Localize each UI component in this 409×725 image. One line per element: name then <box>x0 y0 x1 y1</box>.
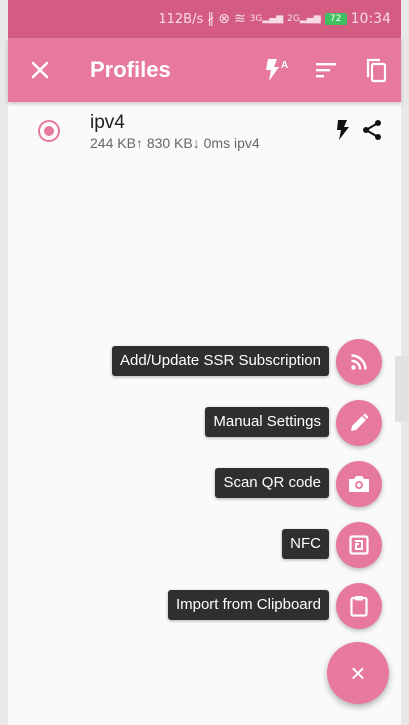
copy-button[interactable] <box>351 38 401 102</box>
network-type-2: 2G <box>287 14 300 24</box>
auto-flash-icon: A <box>266 59 288 81</box>
fab-close-button[interactable]: × <box>327 642 389 704</box>
fab-label-manual[interactable]: Manual Settings <box>205 407 329 437</box>
sort-icon <box>316 63 336 78</box>
signal-icon-1: 3G▂▄▆ <box>249 14 284 24</box>
status-bar: 112B/s ∦ ⊗ ≋ 3G▂▄▆ 2G▂▄▆ 72 10:34 <box>8 0 401 38</box>
fab-item-subscription[interactable]: Add/Update SSR Subscription <box>0 337 409 385</box>
clipboard-icon <box>350 596 368 617</box>
profile-row[interactable]: ipv4 244 KB↑ 830 KB↓ 0ms ipv4 <box>8 104 401 160</box>
profile-name: ipv4 <box>90 112 125 133</box>
fab-item-nfc[interactable]: NFC <box>0 520 409 568</box>
page-title: Profiles <box>90 57 171 82</box>
nfc-button[interactable] <box>336 522 382 568</box>
import-clipboard-button[interactable] <box>336 583 382 629</box>
auto-connect-button[interactable]: A <box>251 38 301 102</box>
fab-item-clipboard[interactable]: Import from Clipboard <box>0 581 409 629</box>
wifi-icon: ≋ <box>233 11 246 27</box>
fab-item-qr[interactable]: Scan QR code <box>0 459 409 507</box>
share-button[interactable] <box>358 116 386 144</box>
svg-text:A: A <box>281 60 288 71</box>
test-latency-button[interactable] <box>331 116 355 144</box>
nfc-icon <box>349 535 369 555</box>
close-icon <box>31 61 49 79</box>
toolbar: Profiles A <box>8 38 401 102</box>
camera-icon <box>349 476 369 492</box>
scan-qr-button[interactable] <box>336 461 382 507</box>
copy-icon <box>366 58 387 83</box>
fab-label-qr[interactable]: Scan QR code <box>215 468 329 498</box>
flash-icon <box>337 120 349 140</box>
fab-label-subscription[interactable]: Add/Update SSR Subscription <box>112 346 329 376</box>
time: 10:34 <box>350 11 391 27</box>
profile-stats: 244 KB↑ 830 KB↓ 0ms ipv4 <box>90 135 260 151</box>
close-button[interactable] <box>8 38 72 102</box>
network-type-1: 3G <box>249 14 263 24</box>
fab-item-manual[interactable]: Manual Settings <box>0 398 409 446</box>
share-icon <box>363 120 381 140</box>
mute-icon: ⊗ <box>218 11 230 27</box>
rss-icon <box>351 354 367 370</box>
network-speed: 112B/s <box>158 11 204 27</box>
bluetooth-icon: ∦ <box>207 11 215 27</box>
close-icon: × <box>350 657 366 688</box>
sort-button[interactable] <box>301 38 351 102</box>
signal-icon-2: 2G▂▄▆ <box>287 14 321 24</box>
battery-icon: 72 <box>324 13 347 25</box>
profile-radio[interactable] <box>38 120 60 142</box>
fab-label-clipboard[interactable]: Import from Clipboard <box>167 590 329 620</box>
manual-settings-button[interactable] <box>336 400 382 446</box>
subscription-button[interactable] <box>336 339 382 385</box>
pencil-icon <box>351 413 369 431</box>
screen: 112B/s ∦ ⊗ ≋ 3G▂▄▆ 2G▂▄▆ 72 10:34 Profil… <box>0 0 409 725</box>
fab-label-nfc[interactable]: NFC <box>282 529 329 559</box>
